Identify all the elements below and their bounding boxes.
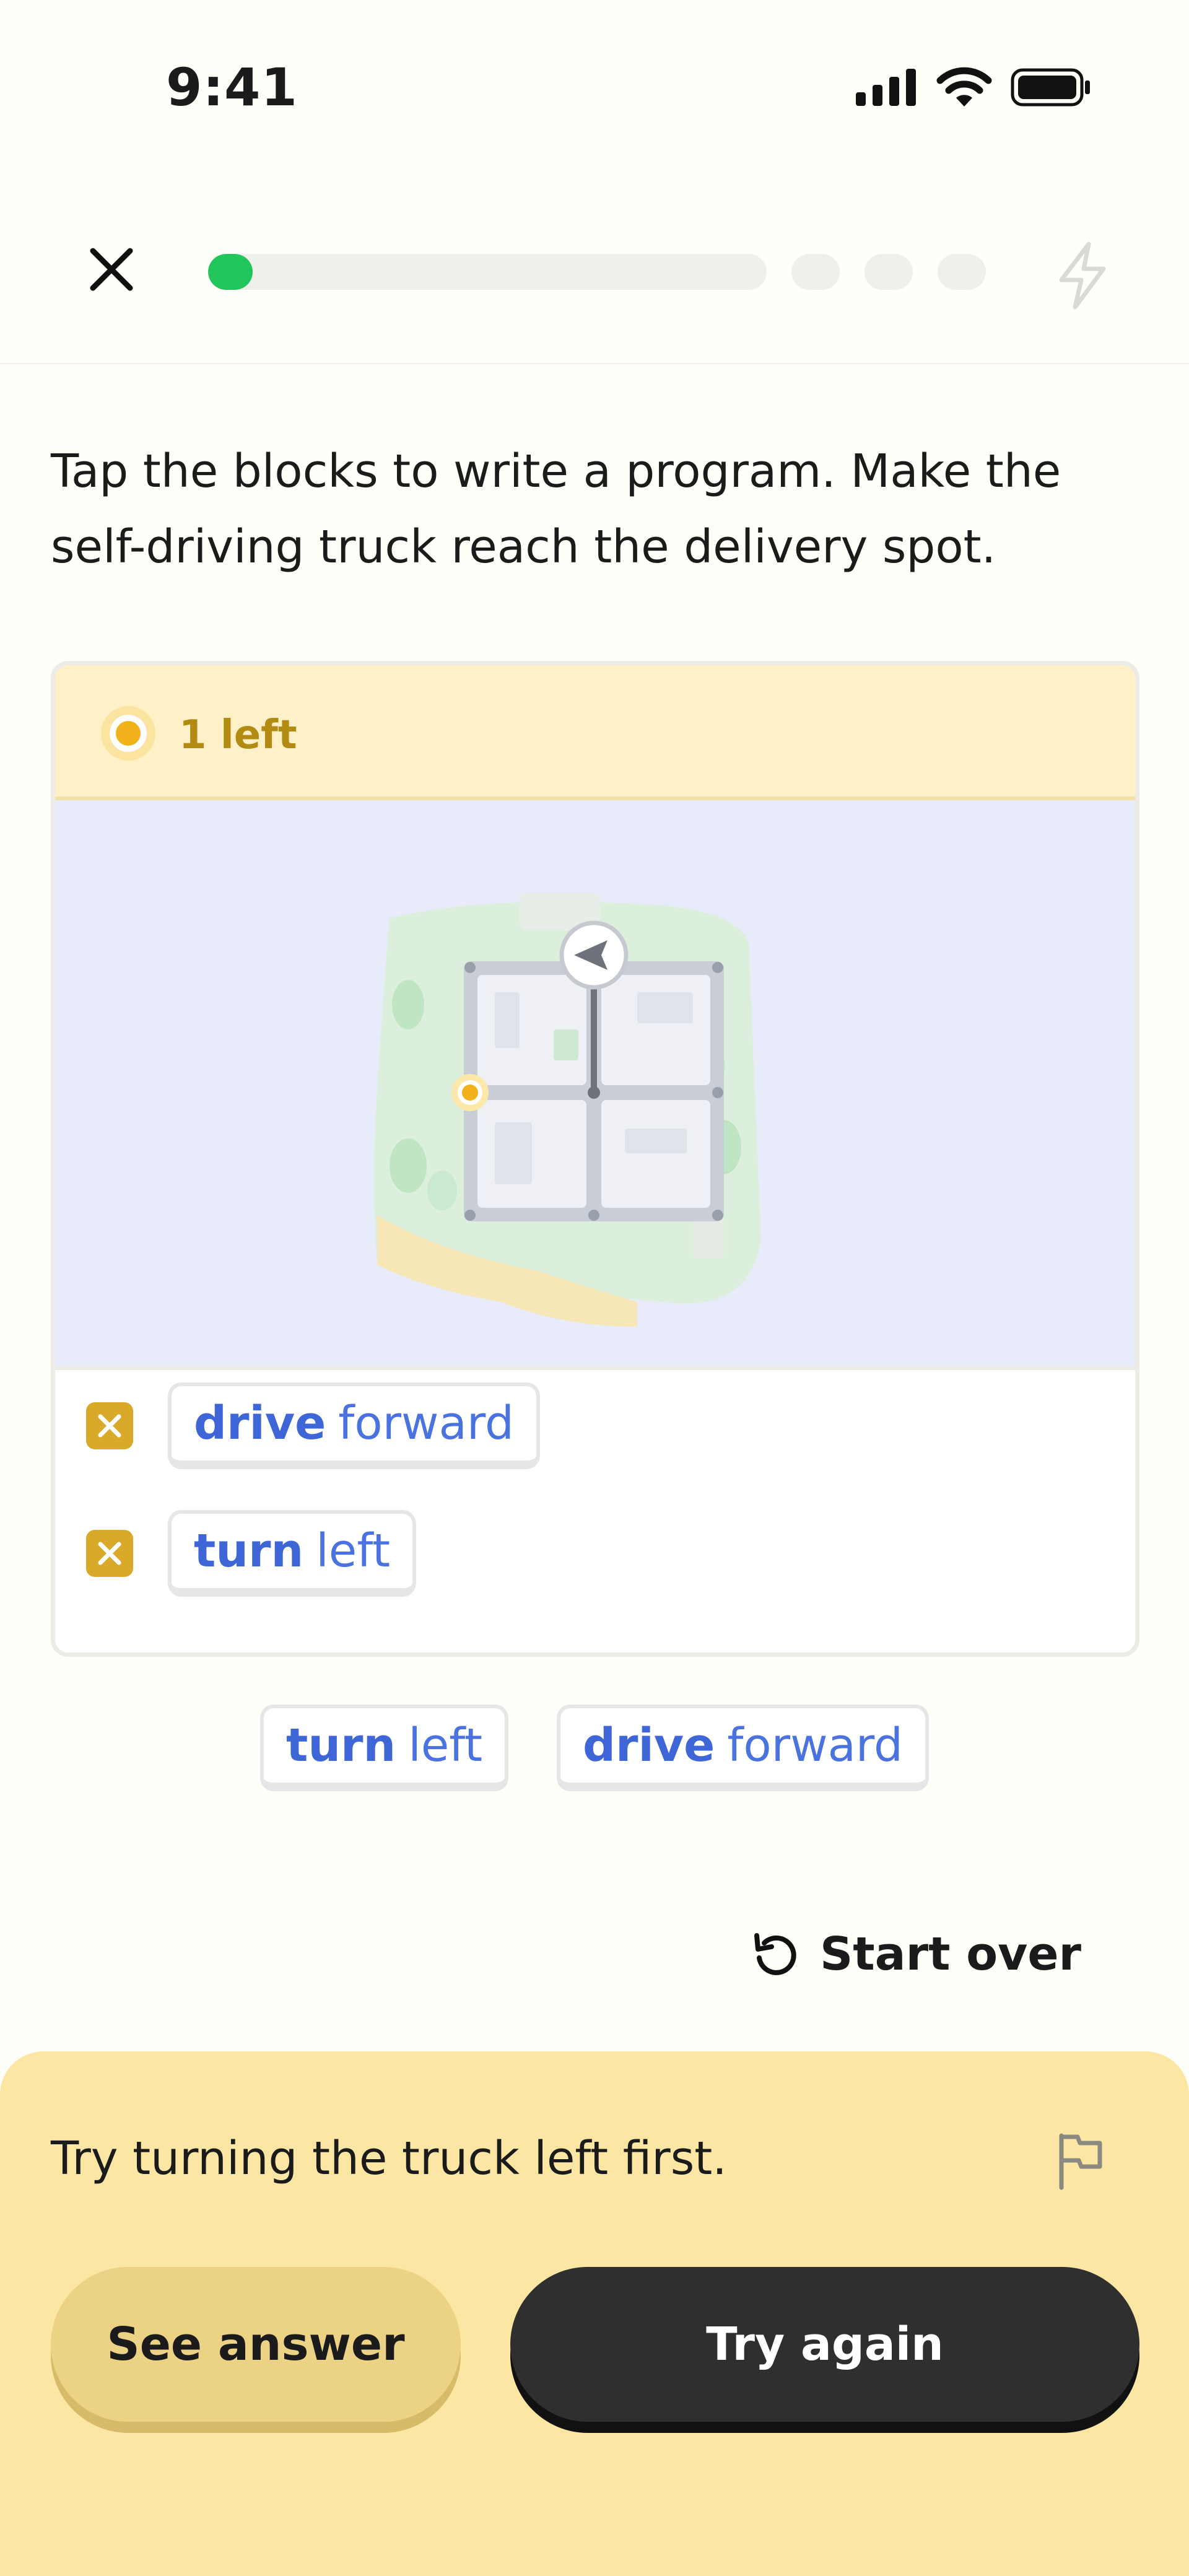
block-arg: forward	[338, 1397, 514, 1450]
wifi-icon	[936, 67, 992, 107]
puzzle-card: 1 left drive forward turn left	[51, 661, 1139, 1657]
block-verb: turn	[194, 1524, 304, 1578]
start-over-label: Start over	[820, 1928, 1081, 1981]
close-icon	[90, 248, 133, 291]
progress-segment	[791, 254, 840, 290]
block-verb: turn	[285, 1719, 396, 1772]
battery-icon	[1011, 68, 1090, 107]
close-icon	[98, 1414, 121, 1438]
block-verb: drive	[194, 1397, 326, 1450]
start-over-button[interactable]: Start over	[751, 1928, 1081, 1981]
instruction-line-2: self-driving truck reach the delivery sp…	[51, 520, 996, 574]
block-bank: turn left drive forward	[0, 1705, 1189, 1791]
status-time: 9:41	[166, 57, 298, 118]
remove-block-button[interactable]	[86, 1402, 133, 1449]
city-map	[374, 893, 761, 1327]
instruction-line-1: Tap the blocks to write a program. Make …	[51, 445, 1061, 498]
status-icons	[856, 67, 1091, 108]
program-block-turn-left[interactable]: turn left	[168, 1510, 417, 1597]
see-answer-label: See answer	[107, 2318, 405, 2371]
delivery-target-icon	[101, 706, 155, 761]
feedback-hint: Try turning the truck left first.	[51, 2132, 727, 2185]
try-again-button[interactable]: Try again	[510, 2267, 1139, 2422]
block-verb: drive	[583, 1719, 715, 1772]
bank-block-drive-forward[interactable]: drive forward	[557, 1705, 930, 1791]
program-block-drive-forward[interactable]: drive forward	[168, 1382, 540, 1469]
block-arg: forward	[727, 1719, 904, 1772]
signal-icon	[856, 69, 916, 106]
flag-icon	[1059, 2133, 1102, 2190]
progress-segment	[865, 254, 913, 290]
try-again-label: Try again	[706, 2318, 944, 2371]
map-area	[55, 800, 1135, 1370]
instruction-text: Tap the blocks to write a program. Make …	[51, 434, 1141, 585]
close-button[interactable]	[87, 245, 136, 294]
see-answer-button[interactable]: See answer	[51, 2267, 461, 2422]
bank-block-turn-left[interactable]: turn left	[259, 1705, 509, 1791]
report-flag-button[interactable]	[1053, 2129, 1108, 2191]
remove-block-button[interactable]	[86, 1530, 133, 1577]
block-arg: left	[316, 1524, 391, 1578]
close-icon	[98, 1542, 121, 1565]
remaining-banner: 1 left	[55, 665, 1135, 800]
bolt-icon	[1053, 242, 1112, 310]
restart-icon	[754, 1933, 796, 1975]
progress-fill	[208, 254, 253, 290]
program-line-1: drive forward	[86, 1376, 540, 1475]
progress-segment	[938, 254, 986, 290]
remaining-count: 1 left	[179, 712, 297, 758]
block-arg: left	[408, 1719, 483, 1772]
program-line-2: turn left	[86, 1504, 417, 1603]
lesson-progress-bar	[208, 254, 767, 290]
